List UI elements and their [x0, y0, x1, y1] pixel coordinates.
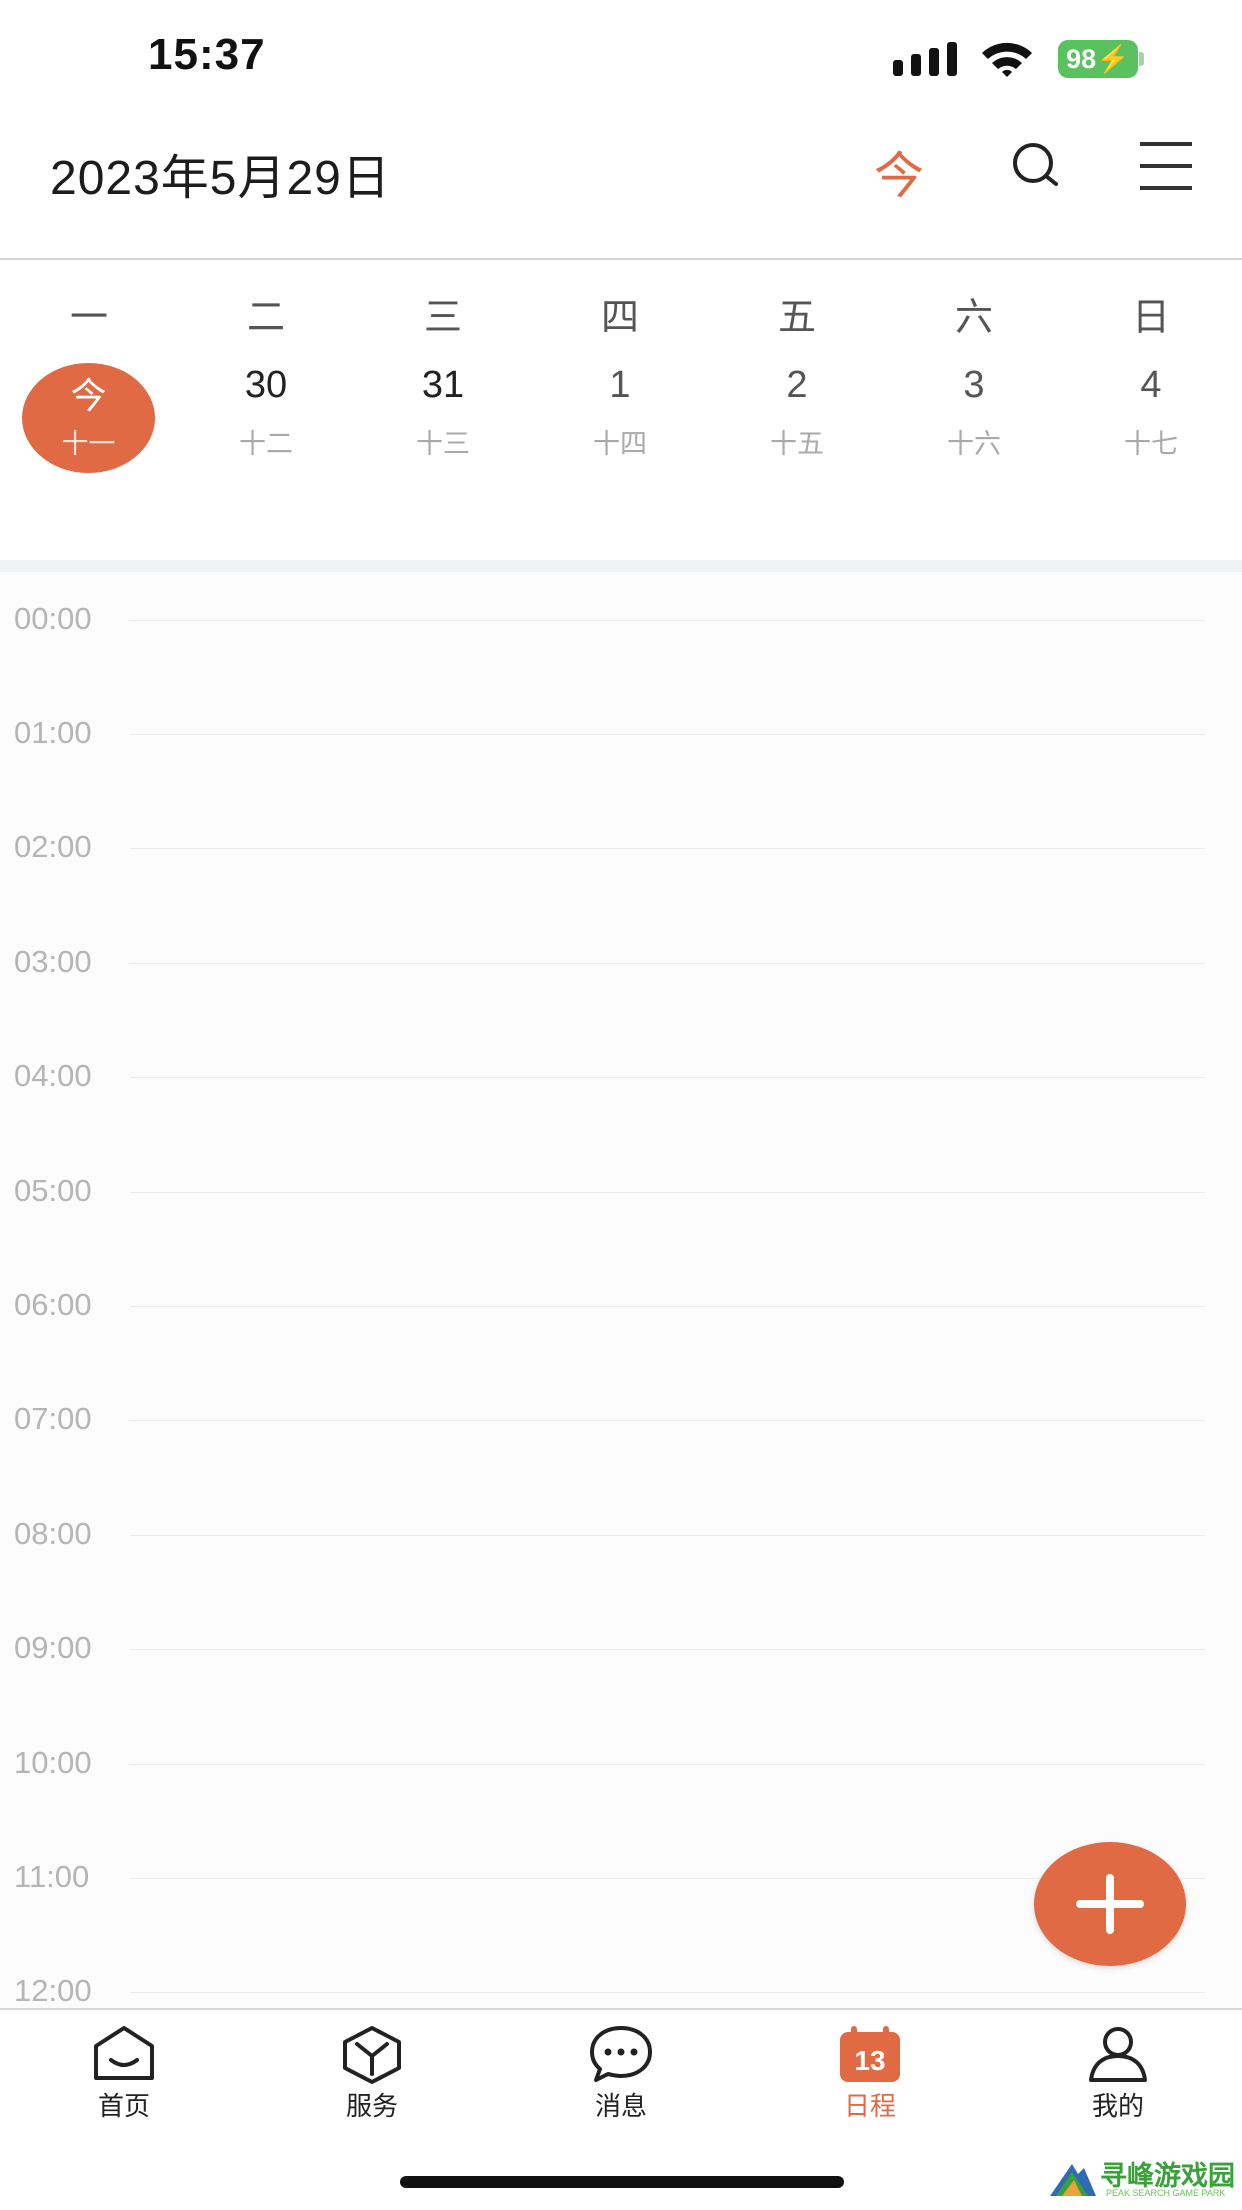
tab-label: 我的 [1091, 2092, 1144, 2122]
watermark-logo [1050, 2164, 1096, 2196]
weekday-sat: 六 [954, 295, 993, 339]
hour-label: 12:00 [14, 1973, 92, 2008]
section-divider [0, 560, 1242, 572]
battery-icon: 98⚡ [1058, 40, 1144, 78]
hour-row: 00:00 [0, 601, 1242, 636]
hour-label: 01:00 [14, 715, 92, 750]
status-time: 15:37 [148, 30, 266, 79]
calendar-badge: 13 [854, 2045, 885, 2076]
hour-row: 07:00 [0, 1401, 1242, 1436]
tab-profile[interactable]: 我的 [1038, 2024, 1198, 2134]
hour-row: 04:00 [0, 1058, 1242, 1093]
watermark-subtext: PEAK SEARCH GAME PARK [1106, 2188, 1226, 2198]
lunar-date-today: 十一 [61, 429, 116, 460]
page-title: 2023年5月29日 [50, 152, 391, 205]
tab-label: 日程 [843, 2092, 896, 2122]
tab-schedule[interactable]: 13 日程 [790, 2024, 950, 2134]
tab-services[interactable]: 服务 [292, 2024, 452, 2134]
hour-label: 03:00 [14, 944, 92, 979]
watermark: 寻峰游戏园 PEAK SEARCH GAME PARK [1048, 2150, 1238, 2206]
hour-label: 04:00 [14, 1058, 92, 1093]
weekday-wed: 三 [423, 295, 462, 339]
calendar-icon: 13 [840, 2026, 900, 2082]
tab-label: 服务 [345, 2092, 398, 2122]
today-button[interactable]: 今 [874, 136, 924, 208]
lunar-date: 十四 [593, 429, 647, 460]
weekday-thu: 四 [600, 295, 639, 339]
hour-row: 09:00 [0, 1630, 1242, 1665]
wifi-icon [982, 42, 1032, 77]
home-icon [94, 2026, 154, 2080]
home-indicator [400, 2176, 844, 2188]
hour-label: 10:00 [14, 1745, 92, 1780]
cube-icon [343, 2026, 401, 2084]
tab-label: 消息 [594, 2092, 647, 2122]
hour-label: 07:00 [14, 1401, 92, 1436]
day-cell[interactable]: 30 [206, 364, 326, 407]
day-timeline[interactable]: 00:00 01:00 02:00 03:00 04:00 05:00 06:0… [0, 572, 1242, 2008]
hour-row: 03:00 [0, 944, 1242, 979]
tab-messages[interactable]: 消息 [541, 2024, 701, 2134]
weekday-fri: 五 [777, 295, 816, 339]
day-cell[interactable]: 2 [737, 364, 857, 407]
weekday-mon: 一 [69, 295, 108, 339]
hour-row: 02:00 [0, 829, 1242, 864]
tab-label: 首页 [97, 2092, 150, 2122]
signal-icon [893, 42, 957, 76]
hour-row: 06:00 [0, 1287, 1242, 1322]
hour-label: 09:00 [14, 1630, 92, 1665]
header-divider [0, 258, 1242, 260]
hour-label: 05:00 [14, 1173, 92, 1208]
hour-label: 00:00 [14, 601, 92, 636]
day-cell[interactable]: 31 [383, 364, 503, 407]
weekday-sun: 日 [1131, 295, 1170, 339]
add-event-button[interactable] [1034, 1842, 1186, 1966]
day-cell[interactable]: 4 [1091, 364, 1211, 407]
hour-row: 10:00 [0, 1745, 1242, 1780]
search-icon[interactable] [1008, 138, 1064, 194]
lunar-date: 十三 [416, 429, 470, 460]
hour-label: 02:00 [14, 829, 92, 864]
hour-row: 01:00 [0, 715, 1242, 750]
day-cell-today[interactable]: 今 [22, 367, 155, 419]
profile-icon [1089, 2027, 1147, 2082]
hour-label: 11:00 [14, 1859, 90, 1894]
hour-label: 06:00 [14, 1287, 92, 1322]
chat-bubble-icon [590, 2026, 652, 2082]
day-cell[interactable]: 3 [914, 364, 1034, 407]
hour-row: 05:00 [0, 1173, 1242, 1208]
lunar-date: 十二 [239, 429, 293, 460]
battery-level: 98 [1066, 44, 1097, 74]
lunar-date: 十五 [770, 429, 824, 460]
day-cell[interactable]: 1 [560, 364, 680, 407]
lunar-date: 十七 [1124, 429, 1178, 460]
tab-home[interactable]: 首页 [44, 2024, 204, 2134]
plus-icon [1076, 1874, 1144, 1934]
hour-row: 12:00 [0, 1973, 1242, 2008]
hour-row: 08:00 [0, 1516, 1242, 1551]
menu-icon[interactable] [1138, 140, 1194, 192]
weekday-tue: 二 [246, 295, 285, 339]
hour-label: 08:00 [14, 1516, 92, 1551]
lunar-date: 十六 [947, 429, 1001, 460]
